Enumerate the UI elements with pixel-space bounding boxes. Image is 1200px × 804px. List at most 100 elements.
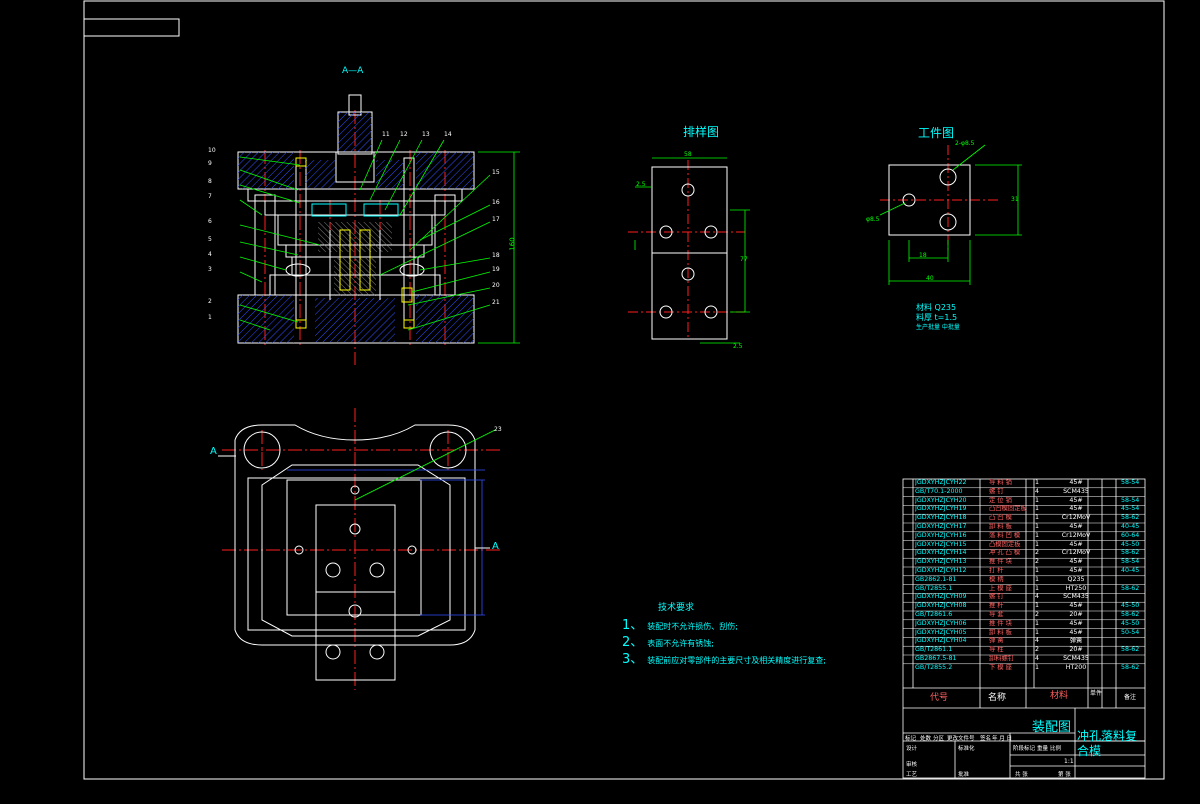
technical-requirements: 技术要求 1、 装配时不允许损伤、刮伤; 2、 表面不允许有锈蚀; 3、 装配前应对零… [622,600,826,668]
callout-21: 21 [492,299,500,306]
bom-cell: 1 [1035,663,1040,671]
callout-18: 18 [492,252,500,259]
title-block-label: 重量 [1037,746,1049,752]
bom-cell: 58-62 [1121,549,1140,557]
bom-row: JGDXYHZJCYH05 卸 料 板 1 45# 50-54 [903,629,1145,638]
title-block-label: 阶段标记 [1013,746,1036,752]
title-block-label: 标记 [905,736,917,742]
bom-cell: 45# [1069,522,1083,530]
bom-cell: 58-62 [1121,610,1140,618]
bom-cell: 40-45 [1121,566,1140,574]
callout-20: 20 [492,282,500,289]
title-block-label: 工艺 [906,772,918,778]
bom-cell: 58-54 [1121,558,1140,566]
bom-cell: 50-54 [1121,628,1140,636]
bom-header-note: 备注 [1124,694,1137,701]
bom-cell: SCM435 [1063,654,1089,662]
bom-cell: HT200 [1065,663,1087,671]
bom-cell: JGDXYHZJCYH22 [915,479,967,486]
title-block-label: 批准 [958,772,970,778]
bom-row: GB/T2855.1 上 模 座 1 HT250 58-62 [903,585,1145,594]
callout-7: 7 [208,193,212,200]
bom-rows: JGDXYHZJCYH22 导 料 销 1 45# 58-54 GB/T70.1-2000… [903,479,1145,673]
bom-header-material: 材料 [1050,691,1069,701]
workpiece-title: 工件图 [918,126,955,140]
bom-cell: 45# [1069,479,1083,486]
strip-layout-title: 排样图 [683,125,720,139]
workpiece-height-dim: 31 [1011,196,1019,203]
bom-cell: 推 件 块 [989,558,1012,566]
title-block-label: 第 张 [1058,772,1071,778]
bom-cell: 58-62 [1121,646,1140,654]
bom-cell: 模 柄 [989,575,1004,583]
callout-23: 23 [494,426,502,433]
callout-15: 15 [492,169,500,176]
bom-cell: 2 [1035,549,1040,557]
bom-cell: 冲 孔 凸 模 [989,549,1021,557]
bom-cell: JGDXYHZJCYH19 [915,505,967,513]
bom-cell: GB/T2855.1 [915,584,953,592]
callout-14: 14 [444,131,452,138]
callout-12: 12 [400,131,408,138]
bom-row: JGDXYHZJCYH13 推 件 块 2 45# 58-54 [903,558,1145,567]
bom-cell: JGDXYHZJCYH04 [915,637,967,645]
bom-cell: HT250 [1065,584,1087,592]
bom-cell: GB2862.1-81 [915,575,957,583]
strip-layout [628,157,750,344]
bom-cell: 58-54 [1121,479,1140,486]
bom-cell: 45# [1069,558,1083,566]
bom-cell: 1 [1035,531,1040,539]
strip-pitch-dim: 77 [740,256,748,263]
workpiece-hole-single: φ8.5 [866,216,880,223]
bom-cell: 上 模 座 [989,584,1012,592]
bom-cell: JGDXYHZJCYH08 [915,602,967,610]
bom-cell: 4 [1035,487,1040,495]
bom-cell: 2 [1035,610,1040,618]
title-block-label: 处数 [920,736,932,742]
tech-req-title: 技术要求 [658,603,695,613]
callout-17: 17 [492,216,500,223]
bom-cell: GB/T2861.1 [915,646,953,654]
strip-width-dim: 58 [684,151,692,158]
view-mark-right: A [492,541,499,552]
tech-req-item: 1、 装配时不允许损伤、刮伤; [622,618,738,633]
bom-cell: 2 [1035,646,1040,654]
bom-cell: 1 [1035,619,1040,627]
bom-cell: 20# [1069,610,1083,618]
strip-margin-bottom: 2.5 [733,343,743,350]
bom-cell: 45# [1069,496,1083,504]
bom-cell: 凸 凹 模 [989,514,1012,522]
bom-row: JGDXYHZJCYH12 打 杆 1 45# 40-45 [903,567,1145,576]
bom-cell: 螺 钉 [989,487,1004,495]
strip-margin-left: 2.5 [636,181,646,188]
tech-req-item: 2、 表面不允许有锈蚀; [622,635,714,650]
bom-cell: 定 位 销 [989,496,1012,504]
bom-cell: 卸 料 板 [989,522,1012,530]
workpiece-note-batch: 生产批量 中批量 [916,324,960,331]
bom-row: JGDXYHZJCYH17 卸 料 板 1 45# 40-45 [903,523,1145,532]
section-view-a-a [237,94,520,365]
callout-9: 9 [208,160,212,167]
title-block-label: 标准化 [958,746,975,752]
bom-cell: 1 [1035,522,1040,530]
bom-row: GB/T2855.2 下 模 座 1 HT200 58-62 [903,664,1145,673]
bom-row: JGDXYHZJCYH19 凸凹模固定板 1 45# 45-54 [903,505,1145,514]
bom-cell: 1 [1035,602,1040,610]
tech-req-item: 3、 装配前应对零部件的主要尺寸及相关精度进行复查; [622,652,826,667]
bom-row: GB/T70.1-2000 螺 钉 4 SCM435 [903,488,1145,497]
workpiece-drawing [879,144,1022,285]
callout-5: 5 [208,236,212,243]
part-name-line2: 合模 [1077,744,1102,758]
callout-11: 11 [382,131,390,138]
workpiece-spacing-dim: 18 [919,252,927,259]
bom-cell: 45# [1069,566,1083,574]
bom-cell: 58-62 [1121,663,1140,671]
bom-cell: 58-62 [1121,514,1140,522]
bom-row: JGDXYHZJCYH22 导 料 销 1 45# 58-54 [903,479,1145,488]
callout-1: 1 [208,314,212,321]
bom-cell: 1 [1035,505,1040,513]
callout-8: 8 [208,178,212,185]
bom-cell: 推 件 块 [989,619,1012,627]
workpiece-hole-callout: 2-φ8.5 [955,140,975,147]
bom-cell: 20# [1069,646,1083,654]
